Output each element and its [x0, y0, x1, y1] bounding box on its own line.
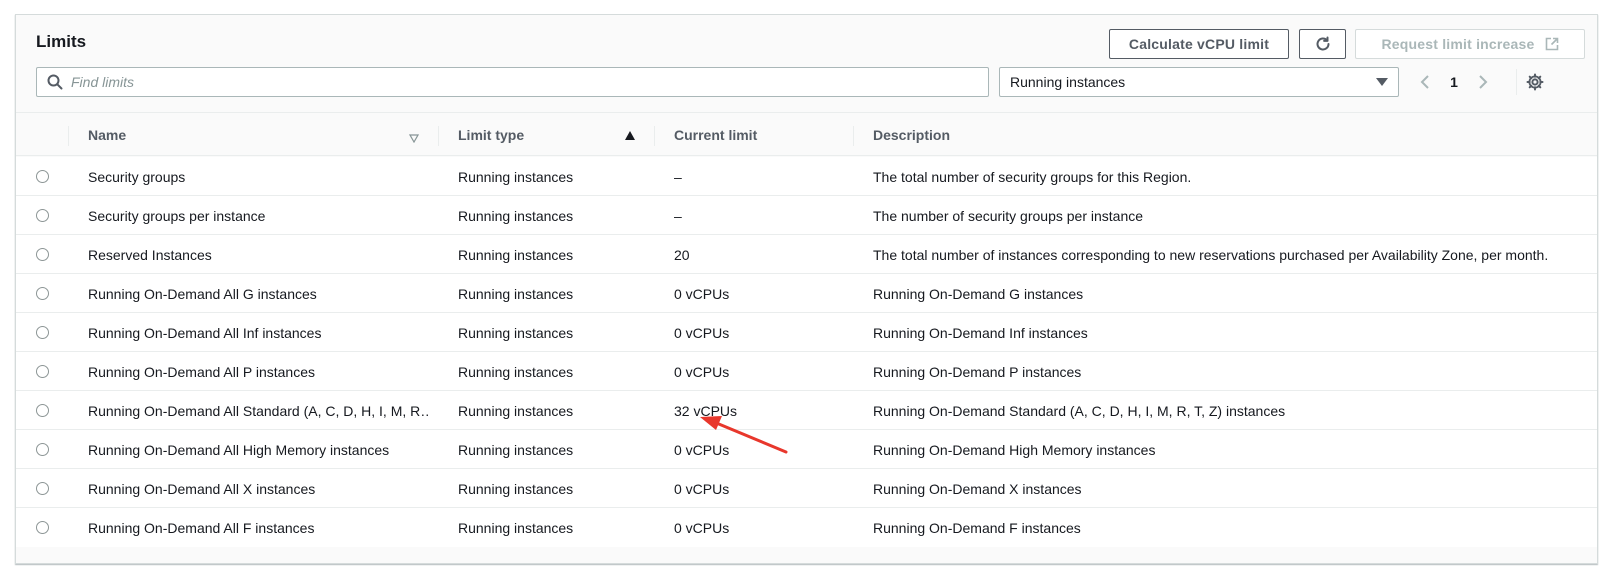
row-radio[interactable]: [36, 482, 49, 495]
current-page-number[interactable]: 1: [1439, 74, 1469, 90]
cell-limit-type: Running instances: [458, 480, 574, 497]
cell-current-limit: 20: [674, 246, 690, 263]
cell-current-limit: 0 vCPUs: [674, 363, 730, 380]
cell-name: Running On-Demand All Standard (A, C, D,…: [88, 402, 428, 419]
request-limit-increase-label: Request limit increase: [1381, 36, 1535, 52]
next-page-icon[interactable]: [1469, 67, 1497, 97]
refresh-icon: [1314, 35, 1332, 53]
find-limits-search[interactable]: Find limits: [36, 67, 989, 97]
cell-current-limit: 0 vCPUs: [674, 324, 730, 341]
table-row[interactable]: Running On-Demand All Standard (A, C, D,…: [16, 391, 1597, 430]
cell-limit-type: Running instances: [458, 324, 574, 341]
cell-current-limit: –: [674, 168, 682, 185]
sort-ascending-icon[interactable]: [625, 131, 635, 140]
cell-limit-type: Running instances: [458, 441, 574, 458]
row-radio[interactable]: [36, 287, 49, 300]
gear-icon[interactable]: [1524, 71, 1546, 93]
row-radio[interactable]: [36, 248, 49, 261]
column-separator: [853, 126, 854, 146]
table-row[interactable]: Reserved Instances Running instances 20 …: [16, 235, 1597, 274]
refresh-button[interactable]: [1299, 29, 1346, 59]
cell-name: Running On-Demand All P instances: [88, 363, 315, 380]
table-row[interactable]: Running On-Demand All F instances Runnin…: [16, 508, 1597, 547]
cell-limit-type: Running instances: [458, 363, 574, 380]
column-separator: [654, 126, 655, 146]
table-row[interactable]: Security groups Running instances – The …: [16, 157, 1597, 196]
row-radio[interactable]: [36, 170, 49, 183]
table-row[interactable]: Running On-Demand All High Memory instan…: [16, 430, 1597, 469]
cell-description: Running On-Demand Inf instances: [873, 324, 1088, 341]
column-header-limit-type[interactable]: Limit type: [458, 114, 524, 156]
previous-page-icon[interactable]: [1411, 67, 1439, 97]
row-radio[interactable]: [36, 365, 49, 378]
cell-description: The number of security groups per instan…: [873, 207, 1144, 224]
sort-indicator-icon[interactable]: [408, 130, 420, 146]
dropdown-caret-icon: [1376, 78, 1388, 86]
search-icon: [47, 74, 63, 90]
cell-name: Running On-Demand All F instances: [88, 519, 315, 536]
cell-description: Running On-Demand High Memory instances: [873, 441, 1156, 458]
cell-limit-type: Running instances: [458, 207, 574, 224]
annotation-arrow-icon: [690, 408, 790, 459]
page-title: Limits: [36, 32, 87, 51]
cell-current-limit: 0 vCPUs: [674, 519, 730, 536]
cell-name: Running On-Demand All Inf instances: [88, 324, 322, 341]
row-radio[interactable]: [36, 326, 49, 339]
column-header-description[interactable]: Description: [873, 114, 950, 156]
row-radio[interactable]: [36, 404, 49, 417]
cell-description: The total number of instances correspond…: [873, 246, 1549, 263]
limits-panel: Limits Calculate vCPU limit Request limi…: [15, 14, 1598, 564]
cell-current-limit: 0 vCPUs: [674, 480, 730, 497]
limit-type-filter-select[interactable]: Running instances: [999, 67, 1399, 97]
cell-name: Running On-Demand All High Memory instan…: [88, 441, 390, 458]
calculate-vcpu-limit-button[interactable]: Calculate vCPU limit: [1109, 29, 1289, 59]
cell-name: Running On-Demand All G instances: [88, 285, 317, 302]
row-radio[interactable]: [36, 443, 49, 456]
table-row[interactable]: Security groups per instance Running ins…: [16, 196, 1597, 235]
cell-current-limit: –: [674, 207, 682, 224]
table-row[interactable]: Running On-Demand All G instances Runnin…: [16, 274, 1597, 313]
pagination: 1: [1411, 67, 1497, 97]
filter-selected-value: Running instances: [1010, 74, 1126, 90]
cell-description: Running On-Demand P instances: [873, 363, 1082, 380]
table-header: Name Limit type Current limit Descriptio…: [16, 114, 1597, 156]
cell-limit-type: Running instances: [458, 519, 574, 536]
table-row[interactable]: Running On-Demand All P instances Runnin…: [16, 352, 1597, 391]
cell-name: Running On-Demand All X instances: [88, 480, 316, 497]
cell-description: Running On-Demand Standard (A, C, D, H, …: [873, 402, 1286, 419]
cell-name: Security groups per instance: [88, 207, 266, 224]
pagination-divider: [1516, 69, 1517, 95]
external-link-icon: [1545, 37, 1559, 51]
column-header-current-limit[interactable]: Current limit: [674, 114, 757, 156]
cell-limit-type: Running instances: [458, 285, 574, 302]
cell-description: Running On-Demand X instances: [873, 480, 1082, 497]
column-separator: [68, 126, 69, 146]
column-separator: [438, 126, 439, 146]
row-radio[interactable]: [36, 209, 49, 222]
cell-limit-type: Running instances: [458, 246, 574, 263]
search-placeholder: Find limits: [71, 74, 135, 90]
cell-name: Reserved Instances: [88, 246, 212, 263]
cell-description: Running On-Demand F instances: [873, 519, 1081, 536]
column-header-name[interactable]: Name: [88, 114, 126, 156]
cell-current-limit: 0 vCPUs: [674, 285, 730, 302]
row-radio[interactable]: [36, 521, 49, 534]
cell-limit-type: Running instances: [458, 168, 574, 185]
cell-description: The total number of security groups for …: [873, 168, 1192, 185]
table-row[interactable]: Running On-Demand All X instances Runnin…: [16, 469, 1597, 508]
limits-table-body: Security groups Running instances – The …: [16, 157, 1597, 547]
limits-header: Limits Calculate vCPU limit Request limi…: [16, 15, 1597, 113]
request-limit-increase-button[interactable]: Request limit increase: [1355, 29, 1585, 59]
cell-limit-type: Running instances: [458, 402, 574, 419]
table-row[interactable]: Running On-Demand All Inf instances Runn…: [16, 313, 1597, 352]
cell-name: Security groups: [88, 168, 186, 185]
cell-description: Running On-Demand G instances: [873, 285, 1084, 302]
